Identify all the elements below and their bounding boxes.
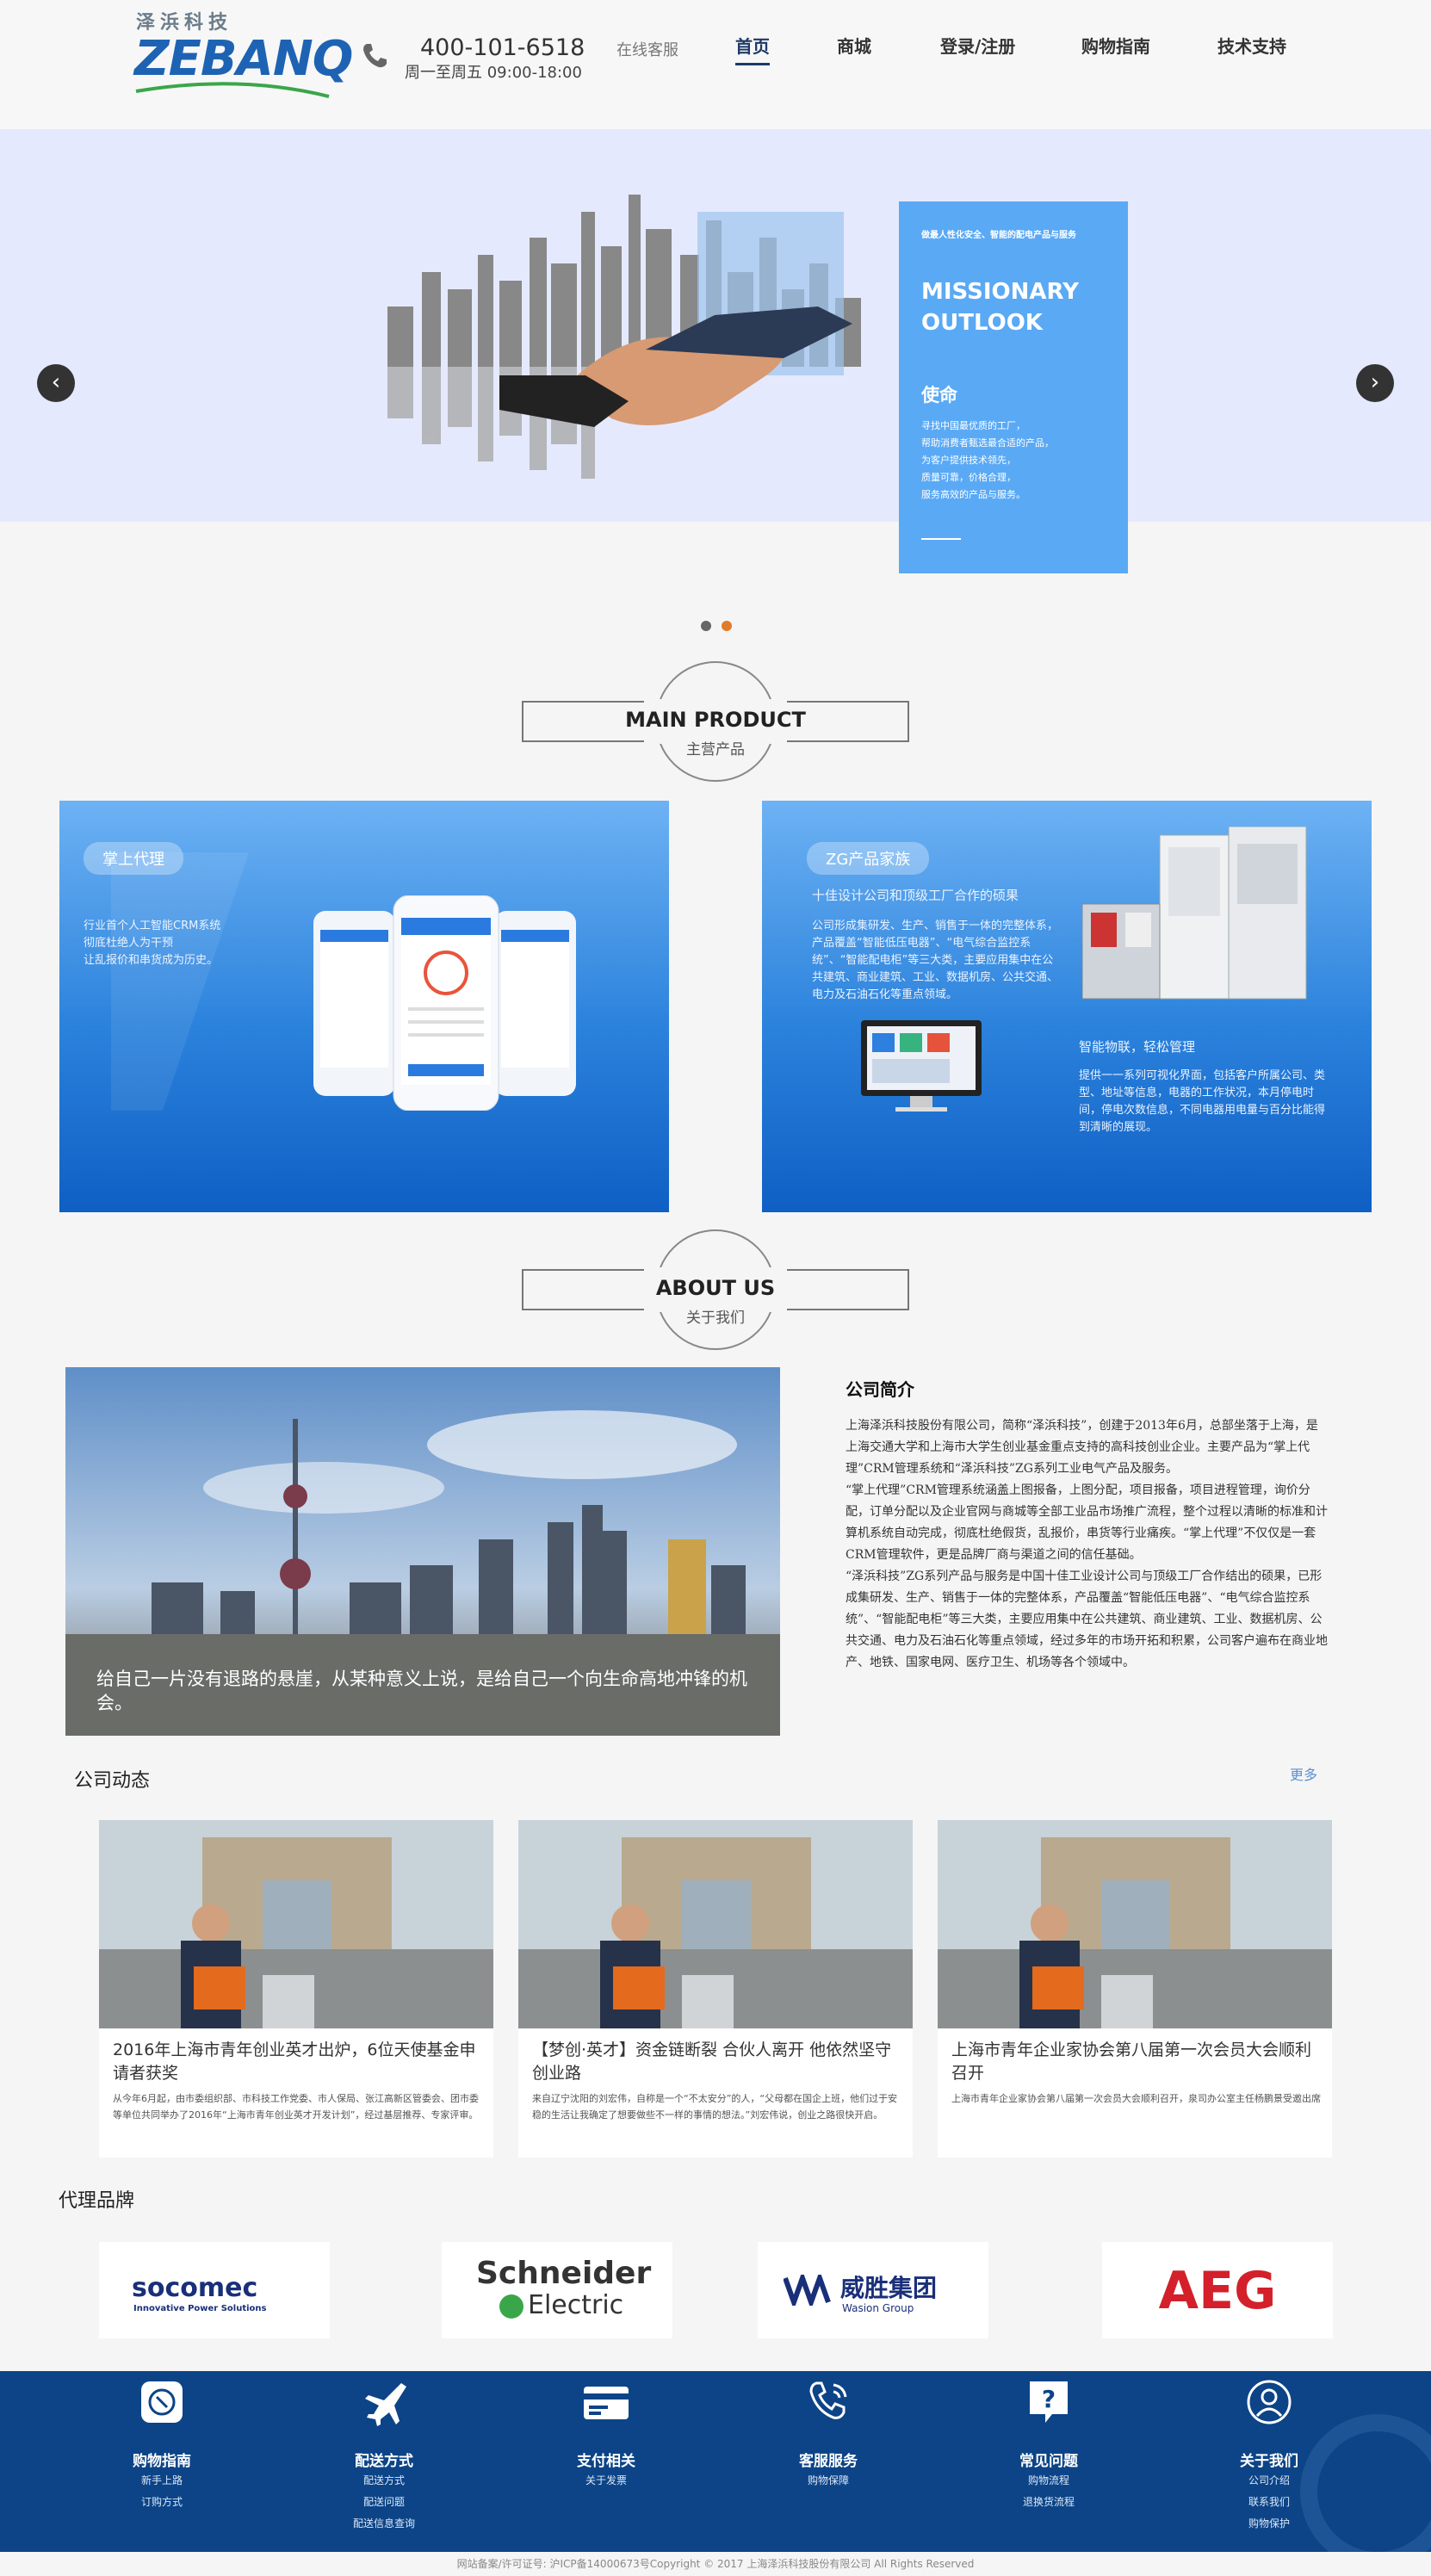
- footer-link[interactable]: 购物保护: [1183, 2513, 1355, 2535]
- brand-logo-schneider[interactable]: Schneider Electric: [442, 2242, 672, 2338]
- credit-card-icon: [584, 2387, 629, 2419]
- wasion-logo-icon: [784, 2275, 831, 2306]
- product-desc: 公司形成集研发、生产、销售于一体的完整体系，产品覆盖“智能低压电器”、“电气综合…: [812, 920, 1059, 1001]
- intro-title: 公司简介: [846, 1379, 914, 1400]
- footer-link[interactable]: 联系我们: [1183, 2492, 1355, 2513]
- carousel-next-button[interactable]: ›: [1356, 364, 1394, 402]
- site-header: 泽浜科技 ZEBANQ 400-101-6518 周一至周五 09:00-18:…: [0, 0, 1431, 129]
- mission-text: 寻找中国最优质的工厂， 帮助消费者甄选最合适的产品， 为客户提供技术领先， 质量可靠，…: [921, 420, 1054, 500]
- news-photo: [938, 1820, 1332, 2028]
- site-footer: 购物指南 新手上路 订购方式 配送方式 配送方式 配送问题 配送信息查询 支付相…: [0, 2371, 1431, 2552]
- copyright-text: 网站备案/许可证号: 沪ICP备14000673号Copyright © 201…: [0, 2552, 1431, 2576]
- desktop-monitor-image: [861, 1020, 982, 1112]
- news-title[interactable]: 2016年上海市青年创业英才出炉，6位天使基金申请者获奖: [113, 2039, 483, 2085]
- brand-logo-socomec[interactable]: socomec Innovative Power Solutions: [99, 2242, 330, 2338]
- footer-link[interactable]: 购物保障: [742, 2470, 914, 2492]
- footer-col-delivery: 配送方式 配送方式 配送问题 配送信息查询: [298, 2371, 470, 2535]
- product-card-zg[interactable]: ZG产品家族 十佳设计公司和顶级工厂合作的硕果 公司形成集研发、生产、销售于一体…: [762, 801, 1372, 1212]
- mission-heading: 使命: [921, 385, 957, 406]
- phone-icon: [363, 44, 387, 68]
- mission-tagline: 做最人性化安全、智能的配电产品与服务: [921, 231, 1076, 240]
- intro-text: 上海泽浜科技股份有限公司，简称“泽浜科技”，创建于2013年6月，总部坐落于上海…: [846, 1419, 1328, 1669]
- news-title[interactable]: 上海市青年企业家协会第八届第一次会员大会顺利召开: [951, 2039, 1322, 2085]
- arrow-line-icon[interactable]: [921, 538, 961, 540]
- footer-link[interactable]: 配送问题: [298, 2492, 470, 2513]
- carousel-dot-2[interactable]: [722, 621, 732, 631]
- news-desc: 上海市青年企业家协会第八届第一次会员大会顺利召开，泉司办公室主任杨鹏景受邀出席: [951, 2093, 1321, 2104]
- user-icon: [1247, 2380, 1292, 2424]
- mission-card: 做最人性化安全、智能的配电产品与服务 MISSIONARY OUTLOOK 使命 …: [899, 201, 1128, 573]
- mission-title: MISSIONARY OUTLOOK: [921, 279, 1079, 336]
- logo-swoosh-icon: [135, 82, 330, 98]
- nav-login-register[interactable]: 登录/注册: [940, 33, 1015, 58]
- news-card[interactable]: 【梦创·英才】资金链断裂 合伙人离开 他依然坚守创业路 来自辽宁沈阳的刘宏伟，自…: [518, 1820, 913, 2158]
- product-desc: 行业首个人工智能CRM系统 彻底杜绝人为干预 让乱报价和串货成为历史。: [84, 920, 221, 967]
- svg-text:?: ?: [1042, 2385, 1056, 2413]
- news-desc: 来自辽宁沈阳的刘宏伟，自称是一个“不太安分”的人，“父母都在国企上班，他们过于安…: [532, 2093, 898, 2121]
- product-desc-2: 提供一一系列可视化界面，包括客户所属公司、类型、地址等信息，电器的工作状况，本月…: [1079, 1069, 1326, 1134]
- footer-link[interactable]: 退换货流程: [963, 2492, 1135, 2513]
- footer-link[interactable]: 订购方式: [76, 2492, 248, 2513]
- nav-mall[interactable]: 商城: [837, 33, 871, 58]
- phone-call-icon: [809, 2381, 847, 2419]
- nav-shopping-guide[interactable]: 购物指南: [1081, 33, 1150, 58]
- service-hours: 周一至周五 09:00-18:00: [405, 64, 582, 82]
- footer-link[interactable]: 关于发票: [520, 2470, 692, 2492]
- question-bubble-icon: ?: [1030, 2381, 1068, 2423]
- brand-logo-wasion[interactable]: 威胜集团 Wasion Group: [758, 2242, 988, 2338]
- handshake-city-image: [387, 195, 861, 479]
- about-us-heading: ABOUT US 关于我们: [522, 1229, 909, 1359]
- brands-section-title: 代理品牌: [59, 2190, 135, 2212]
- footer-col-payment: 支付相关 关于发票: [520, 2371, 692, 2492]
- footer-col-shopping-guide: 购物指南 新手上路 订购方式: [76, 2371, 248, 2513]
- news-section-title: 公司动态: [74, 1770, 151, 1792]
- product-badge: ZG产品家族: [807, 842, 930, 875]
- product-subtitle: 十佳设计公司和顶级工厂合作的硕果: [812, 888, 1019, 903]
- phone-mockups-image: [313, 895, 576, 1111]
- compass-icon: [141, 2381, 183, 2423]
- footer-link[interactable]: 配送信息查询: [298, 2513, 470, 2535]
- footer-col-faq: ? 常见问题 购物流程 退换货流程: [963, 2371, 1135, 2513]
- carousel-dot-1[interactable]: [701, 621, 711, 631]
- footer-col-customer-service: 客服服务 购物保障: [742, 2371, 914, 2492]
- news-title[interactable]: 【梦创·英才】资金链断裂 合伙人离开 他依然坚守创业路: [532, 2039, 902, 2085]
- airplane-icon: [365, 2383, 406, 2426]
- news-card[interactable]: 上海市青年企业家协会第八届第一次会员大会顺利召开 上海市青年企业家协会第八届第一…: [938, 1820, 1332, 2158]
- product-card-crm[interactable]: 掌上代理 行业首个人工智能CRM系统 彻底杜绝人为干预 让乱报价和串货成为历史。: [59, 801, 669, 1212]
- online-service-link[interactable]: 在线客服: [616, 38, 678, 60]
- footer-link[interactable]: 公司介绍: [1183, 2470, 1355, 2492]
- news-photo: [99, 1820, 493, 2028]
- footer-link[interactable]: 购物流程: [963, 2470, 1135, 2492]
- about-caption: 给自己一片没有退路的悬崖，从某种意义上说，是给自己一个向生命高地冲锋的机会。: [96, 1669, 747, 1713]
- main-product-heading: MAIN PRODUCT 主营产品: [522, 661, 909, 790]
- brand-logo-aeg[interactable]: AEG: [1102, 2242, 1333, 2338]
- news-card[interactable]: 2016年上海市青年创业英才出炉，6位天使基金申请者获奖 从今年6月起，由市委组…: [99, 1820, 493, 2158]
- footer-link[interactable]: 配送方式: [298, 2470, 470, 2492]
- nav-home[interactable]: 首页: [735, 33, 770, 65]
- schneider-leaf-icon: [499, 2294, 523, 2319]
- news-photo: [518, 1820, 913, 2028]
- footer-link[interactable]: 新手上路: [76, 2470, 248, 2492]
- news-desc: 从今年6月起，由市委组织部、市科技工作党委、市人保局、张江高新区管委会、团市委等…: [113, 2093, 479, 2121]
- footer-col-about: 关于我们 公司介绍 联系我们 购物保护: [1183, 2371, 1355, 2535]
- nav-tech-support[interactable]: 技术支持: [1217, 33, 1286, 58]
- product-subtitle-2: 智能物联，轻松管理: [1079, 1039, 1196, 1055]
- logo[interactable]: 泽浜科技 ZEBANQ: [134, 7, 353, 102]
- news-more-link[interactable]: 更多: [1290, 1763, 1317, 1784]
- product-badge: 掌上代理: [84, 842, 183, 875]
- hotline-number: 400-101-6518: [420, 34, 585, 61]
- switchgear-image: [1082, 827, 1307, 1000]
- carousel-prev-button[interactable]: ‹: [37, 364, 75, 402]
